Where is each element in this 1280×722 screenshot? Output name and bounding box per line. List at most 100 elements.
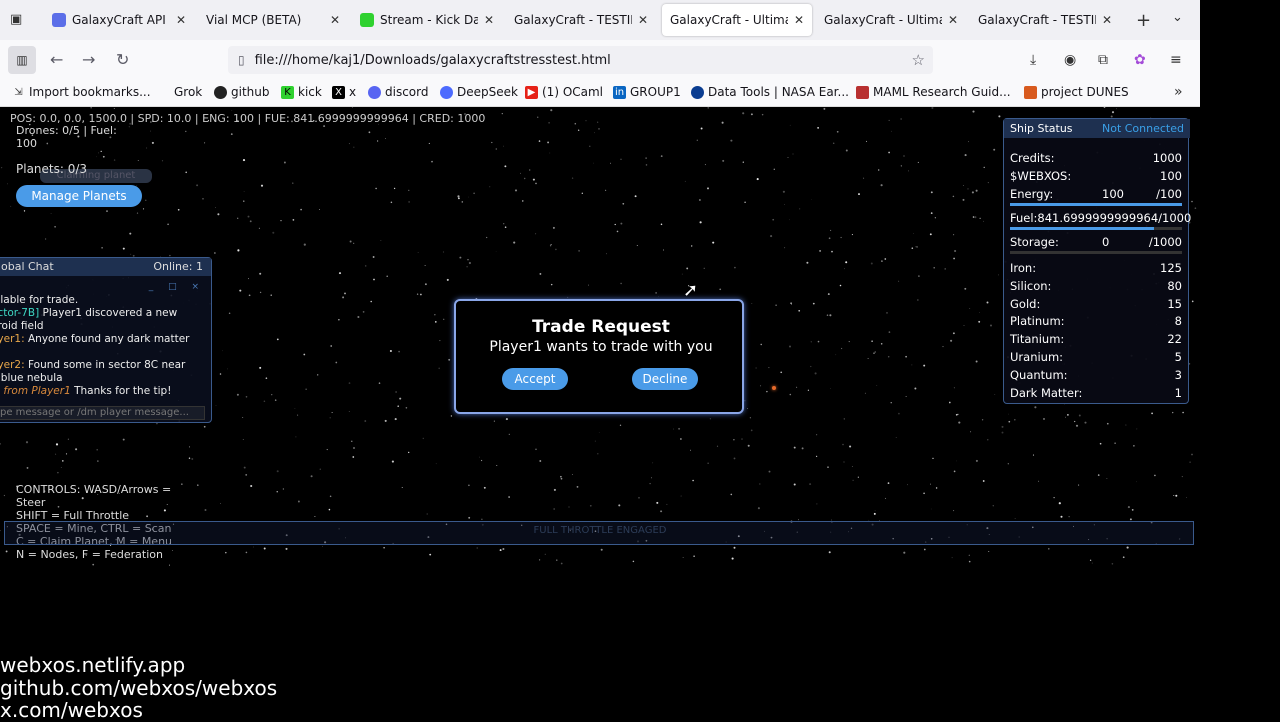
resource-name: Quantum: [1010, 368, 1068, 382]
bookmark-deepseek[interactable]: DeepSeek [440, 85, 518, 99]
footer-site: webxos.netlify.app [0, 653, 185, 677]
decline-button[interactable]: Decline [632, 368, 698, 390]
url-text: file:///home/kaj1/Downloads/galaxycrafts… [255, 53, 611, 68]
bookmark-group1[interactable]: inGROUP1 [613, 85, 681, 99]
tab-title: Vial MCP (BETA) [206, 13, 324, 27]
bookmark-label: github [231, 85, 269, 99]
chat-message: eroid field [0, 320, 213, 333]
chat-message: ailable for trade. [0, 294, 213, 307]
close-icon[interactable]: ✕ [1102, 13, 1112, 27]
bookmark-nasa[interactable]: Data Tools | NASA Ear... [691, 85, 849, 99]
ship-status-header: Ship Status Not Connected [1004, 119, 1190, 138]
chat-title: obal Chat [1, 260, 54, 273]
resource-name: Titanium: [1010, 332, 1064, 346]
bookmark-ocaml[interactable]: ▶(1) OCaml [525, 85, 603, 99]
bookmark-star-icon[interactable]: ☆ [912, 51, 925, 69]
tab-galaxycraft-testing[interactable]: GalaxyCraft - TESTING ✕ [506, 4, 656, 36]
forward-icon[interactable]: → [82, 50, 95, 69]
bookmark-import[interactable]: ⇲Import bookmarks... [12, 85, 151, 99]
copilot-icon[interactable]: ✿ [1134, 52, 1146, 68]
bookmark-label: Grok [174, 85, 202, 99]
chat-window-controls[interactable]: _ □ × [149, 282, 205, 292]
trade-message: Player1 wants to trade with you [456, 339, 746, 355]
sidebar-toggle-icon[interactable]: ▥ [8, 46, 36, 74]
ship-status-title: Ship Status [1010, 122, 1073, 135]
extensions-icon[interactable]: ⧉ [1098, 52, 1108, 68]
manage-planets-button[interactable]: Manage Planets [16, 185, 142, 207]
tab-bar: ▣ GalaxyCraft API M ✕ Vial MCP (BETA) ✕ … [0, 0, 1200, 40]
browser-window: ▣ GalaxyCraft API M ✕ Vial MCP (BETA) ✕ … [0, 0, 1200, 107]
new-tab-icon[interactable]: + [1136, 10, 1151, 31]
bookmark-kick[interactable]: Kkick [281, 85, 322, 99]
tab-galaxycraft-ultimate-active[interactable]: GalaxyCraft - Ultimate ✕ [662, 4, 812, 36]
chat-input[interactable]: pe message or /dm player message... [0, 406, 205, 420]
storage-bar [1010, 251, 1182, 254]
tab-galaxycraft-ultimate[interactable]: GalaxyCraft - Ultimate ✕ [816, 4, 966, 36]
drones-text: Drones: 0/5 | Fuel: [16, 124, 136, 137]
reload-icon[interactable]: ↻ [116, 50, 129, 69]
footer-x: x.com/webxos [0, 698, 143, 722]
document-icon: ▯ [238, 53, 245, 67]
close-icon[interactable]: ✕ [330, 13, 340, 27]
resource-value: 125 [1160, 261, 1182, 275]
tab-list-icon[interactable]: ▣ [10, 12, 26, 28]
galaxycraft-favicon-icon [52, 13, 66, 27]
github-icon [214, 86, 227, 99]
close-icon[interactable]: ✕ [176, 13, 186, 27]
trade-request-dialog: Trade Request Player1 wants to trade wit… [454, 299, 744, 414]
resource-value: 1 [1175, 386, 1182, 400]
connection-status: Not Connected [1102, 122, 1184, 135]
chevron-right-icon[interactable]: » [1174, 84, 1183, 100]
resource-row: Silicon:80 [1010, 279, 1182, 293]
close-icon[interactable]: ✕ [948, 13, 958, 27]
resource-name: Platinum: [1010, 314, 1065, 328]
tab-vial-mcp[interactable]: Vial MCP (BETA) ✕ [198, 4, 348, 36]
close-icon[interactable]: ✕ [638, 13, 648, 27]
planets-count: Planets: 0/3 [16, 162, 87, 176]
bookmark-x[interactable]: Xx [332, 85, 356, 99]
bookmark-grok[interactable]: Grok [174, 85, 202, 99]
chat-header: obal Chat Online: 1 [0, 258, 211, 276]
chat-messages: ailable for trade. ector-7B] Player1 dis… [0, 294, 213, 398]
download-icon[interactable]: ⤓ [1030, 52, 1036, 68]
planet-marker[interactable] [772, 386, 776, 390]
url-bar[interactable]: ▯ file:///home/kaj1/Downloads/galaxycraf… [228, 46, 933, 74]
tab-title: GalaxyCraft - Ultimate [824, 13, 942, 27]
back-icon[interactable]: ← [50, 50, 63, 69]
resource-row: Gold:15 [1010, 297, 1182, 311]
trade-title: Trade Request [456, 317, 746, 337]
bookmark-label: Import bookmarks... [29, 85, 151, 99]
tab-kick-dashboard[interactable]: Stream - Kick Dash ✕ [352, 4, 502, 36]
energy-bar [1010, 203, 1182, 206]
bookmark-label: x [349, 85, 356, 99]
throttle-message: FULL THROTTLE ENGAGED [5, 525, 1195, 536]
game-canvas[interactable]: POS: 0.0, 0.0, 1500.0 | SPD: 10.0 | ENG:… [0, 107, 1200, 607]
throttle-indicator: FULL THROTTLE ENGAGED [4, 521, 1194, 545]
tab-galaxycraft-testing-2[interactable]: GalaxyCraft - TESTING ✕ [970, 4, 1120, 36]
dunes-icon [1024, 86, 1037, 99]
accept-button[interactable]: Accept [502, 368, 568, 390]
menu-icon[interactable]: ≡ [1170, 52, 1182, 68]
chat-message: ? [0, 346, 213, 359]
bookmark-maml[interactable]: MAML Research Guid... [856, 85, 1011, 99]
account-icon[interactable]: ◉ [1064, 52, 1076, 68]
chevron-down-icon[interactable]: ⌄ [1172, 10, 1183, 25]
bookmark-discord[interactable]: discord [368, 85, 428, 99]
nasa-icon [691, 86, 704, 99]
bookmark-label: project DUNES [1041, 85, 1129, 99]
chat-message: ayer1: Anyone found any dark matter [0, 333, 213, 346]
tab-title: GalaxyCraft - Ultimate [670, 13, 788, 27]
bookmark-label: kick [298, 85, 322, 99]
close-icon[interactable]: ✕ [484, 13, 494, 27]
resource-value: 15 [1167, 297, 1182, 311]
planets-panel: Claiming planet Planets: 0/3 Manage Plan… [12, 159, 142, 209]
resource-value: 22 [1167, 332, 1182, 346]
maml-icon [856, 86, 869, 99]
storage-row: Storage:0/1000 [1010, 235, 1182, 249]
bookmark-dunes[interactable]: project DUNES [1024, 85, 1129, 99]
tab-galaxycraft-api[interactable]: GalaxyCraft API M ✕ [44, 4, 194, 36]
mouse-pointer-icon: ➚ [683, 280, 698, 301]
bookmark-github[interactable]: github [214, 85, 269, 99]
close-icon[interactable]: ✕ [794, 13, 804, 27]
tab-title: GalaxyCraft API M [72, 13, 170, 27]
